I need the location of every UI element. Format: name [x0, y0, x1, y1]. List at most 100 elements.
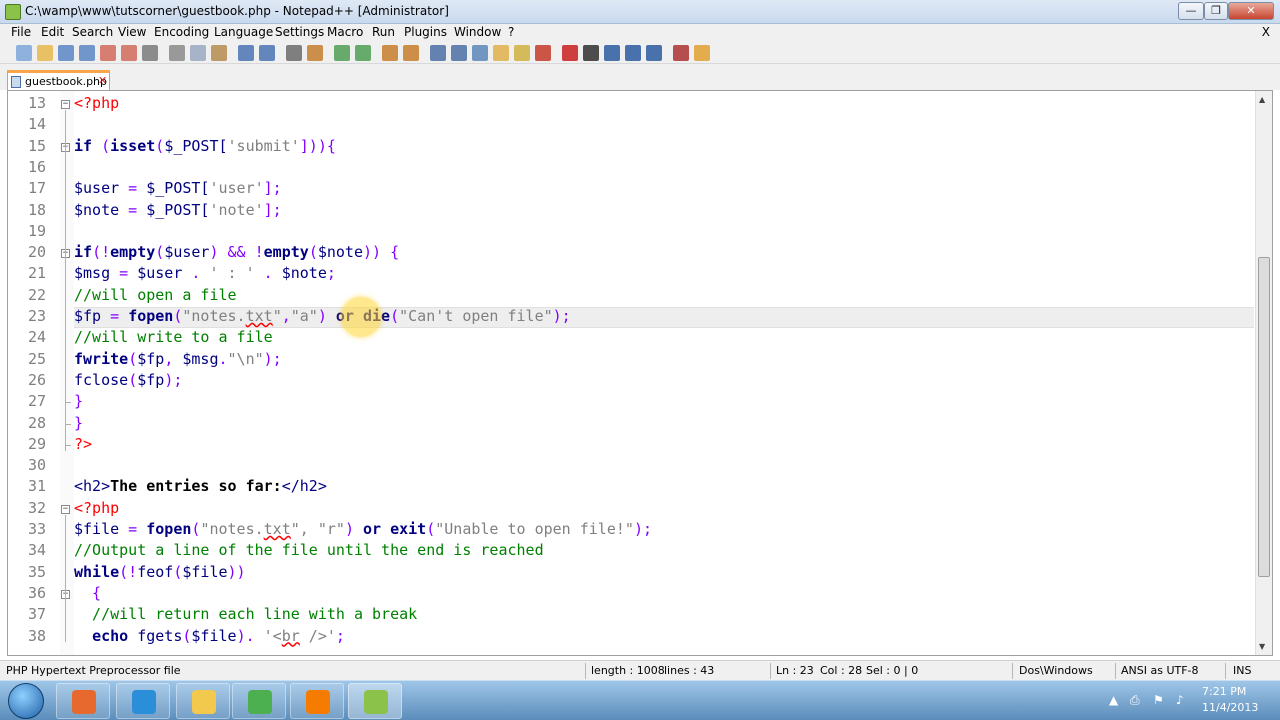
- tray-arrow-icon[interactable]: ▲: [1109, 693, 1118, 707]
- undo-icon[interactable]: [238, 45, 254, 61]
- code-line[interactable]: //will write to a file: [74, 328, 273, 346]
- zoom-out-icon[interactable]: [355, 45, 371, 61]
- code-token: $note: [281, 264, 327, 283]
- clock-date[interactable]: 11/4/2013: [1202, 701, 1258, 714]
- fold-toggle-icon[interactable]: −: [61, 100, 70, 109]
- new-file-icon[interactable]: [16, 45, 32, 61]
- tray-volume-icon[interactable]: ♪: [1176, 693, 1184, 707]
- code-line[interactable]: fwrite($fp, $msg."\n");: [74, 350, 282, 368]
- media-player-app[interactable]: [56, 683, 110, 719]
- code-line[interactable]: $user = $_POST['user'];: [74, 179, 282, 197]
- code-token: ' : ': [209, 264, 255, 283]
- close-window-button[interactable]: ✕: [1228, 2, 1274, 20]
- code-line[interactable]: while(!feof($file)): [74, 563, 246, 581]
- folder-as-workspace-icon[interactable]: [493, 45, 509, 61]
- code-line[interactable]: //Output a line of the file until the en…: [74, 541, 544, 559]
- close-all-icon[interactable]: [121, 45, 137, 61]
- code-token: fopen: [146, 520, 192, 538]
- explorer-app[interactable]: [176, 683, 230, 719]
- open-file-icon[interactable]: [37, 45, 53, 61]
- wrap-icon[interactable]: [430, 45, 446, 61]
- code-line[interactable]: $fp = fopen("notes.txt","a") or die("Can…: [74, 307, 571, 325]
- sync-v-icon[interactable]: [382, 45, 398, 61]
- save-macro-icon[interactable]: [646, 45, 662, 61]
- save-all-icon[interactable]: [79, 45, 95, 61]
- code-line[interactable]: <?php: [74, 94, 119, 112]
- copy-icon[interactable]: [190, 45, 206, 61]
- menu-help[interactable]: ?: [508, 25, 514, 39]
- cut-icon[interactable]: [169, 45, 185, 61]
- record-macro-icon[interactable]: [562, 45, 578, 61]
- scroll-up-icon[interactable]: ▲: [1259, 95, 1265, 104]
- code-line[interactable]: //will open a file: [74, 286, 237, 304]
- function-list-icon[interactable]: [535, 45, 551, 61]
- maximize-button[interactable]: ❐: [1204, 2, 1228, 20]
- code-line[interactable]: <h2>The entries so far:</h2>: [74, 477, 327, 495]
- code-line[interactable]: }: [74, 414, 83, 432]
- document-map-icon[interactable]: [514, 45, 530, 61]
- vertical-scrollbar[interactable]: ▲ ▼: [1255, 91, 1272, 655]
- code-token: ;: [326, 264, 336, 283]
- code-line[interactable]: }: [74, 392, 83, 410]
- stop-macro-icon[interactable]: [583, 45, 599, 61]
- find-icon[interactable]: [286, 45, 302, 61]
- paste-icon[interactable]: [211, 45, 227, 61]
- code-line[interactable]: //will return each line with a break: [74, 605, 417, 623]
- code-token: );: [633, 520, 652, 538]
- code-line[interactable]: fclose($fp);: [74, 371, 182, 389]
- menu-file[interactable]: File: [11, 25, 31, 39]
- code-line[interactable]: <?php: [74, 499, 119, 517]
- code-line[interactable]: $msg = $user . ' : ' . $note;: [74, 264, 336, 282]
- tray-flag-icon[interactable]: ⚑: [1153, 693, 1164, 707]
- close-document-button[interactable]: X: [1262, 25, 1270, 39]
- clock-time[interactable]: 7:21 PM: [1202, 685, 1246, 698]
- print-icon[interactable]: [142, 45, 158, 61]
- code-line[interactable]: $file = fopen("notes.txt", "r") or exit(…: [74, 520, 652, 538]
- chrome-app[interactable]: [232, 683, 286, 719]
- menu-macro[interactable]: Macro: [327, 25, 363, 39]
- tab-guestbook[interactable]: guestbook.php ✕: [7, 70, 110, 90]
- all-chars-icon[interactable]: [451, 45, 467, 61]
- code-line[interactable]: echo fgets($file). '<br />';: [74, 627, 345, 645]
- scrollbar-thumb[interactable]: [1258, 257, 1270, 577]
- scroll-down-icon[interactable]: ▼: [1259, 642, 1265, 651]
- fold-margin[interactable]: [60, 91, 74, 655]
- code-line[interactable]: ?>: [74, 435, 92, 453]
- save-icon[interactable]: [58, 45, 74, 61]
- menu-search[interactable]: Search: [72, 25, 113, 39]
- menu-settings[interactable]: Settings: [275, 25, 324, 39]
- internet-explorer-app[interactable]: [116, 683, 170, 719]
- code-token: $_POST[: [146, 200, 210, 219]
- run-macro-multiple-icon[interactable]: [625, 45, 641, 61]
- lang-icon[interactable]: [694, 45, 710, 61]
- menu-view[interactable]: View: [118, 25, 146, 39]
- code-editor[interactable]: 13 14 15 16 17 18 19 20 21 22 23 24 25 26 27 28 29 30 31 32…: [7, 90, 1273, 656]
- notepadpp-app[interactable]: [348, 683, 402, 719]
- menu-plugins[interactable]: Plugins: [404, 25, 447, 39]
- code-line[interactable]: $note = $_POST['note'];: [74, 201, 282, 219]
- menu-window[interactable]: Window: [454, 25, 501, 39]
- tab-close-icon[interactable]: ✕: [98, 74, 107, 87]
- zoom-in-icon[interactable]: [334, 45, 350, 61]
- code-line[interactable]: if(!empty($user) && !empty($note)) {: [74, 243, 399, 261]
- spellcheck-icon[interactable]: [673, 45, 689, 61]
- indent-guide-icon[interactable]: [472, 45, 488, 61]
- menu-bar: File Edit Search View Encoding Language Settin…: [0, 24, 1280, 42]
- code-line[interactable]: {: [74, 584, 101, 602]
- firefox-app[interactable]: [290, 683, 344, 719]
- start-button[interactable]: [8, 683, 44, 719]
- code-line[interactable]: if (isset($_POST['submit'])){: [74, 137, 336, 155]
- menu-run[interactable]: Run: [372, 25, 395, 39]
- minimize-button[interactable]: —: [1178, 2, 1204, 20]
- fold-toggle-icon[interactable]: −: [61, 504, 70, 514]
- tray-network-icon[interactable]: ⎙: [1130, 693, 1140, 708]
- replace-icon[interactable]: [307, 45, 323, 61]
- menu-language[interactable]: Language: [214, 25, 273, 39]
- menu-encoding[interactable]: Encoding: [154, 25, 209, 39]
- close-icon[interactable]: [100, 45, 116, 61]
- sync-h-icon[interactable]: [403, 45, 419, 61]
- menu-edit[interactable]: Edit: [41, 25, 64, 39]
- status-ins: INS: [1233, 664, 1252, 677]
- redo-icon[interactable]: [259, 45, 275, 61]
- play-macro-icon[interactable]: [604, 45, 620, 61]
